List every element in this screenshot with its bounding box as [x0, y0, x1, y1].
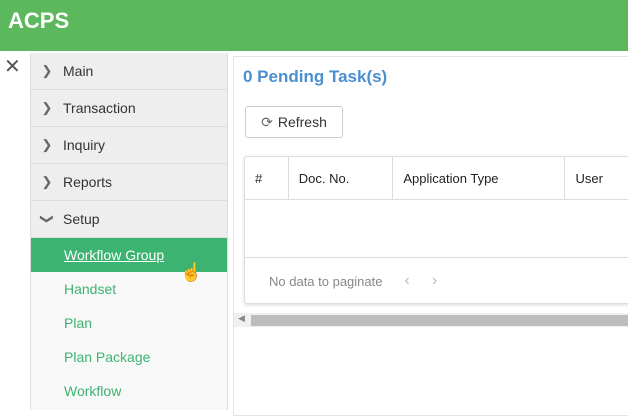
hand-cursor-icon: ☝ — [180, 262, 203, 282]
chevron-right-icon: ❯ — [41, 63, 53, 78]
column-header[interactable]: Doc. No. — [289, 157, 394, 199]
tasks-table: # Doc. No. Application Type User No data… — [244, 156, 628, 304]
sidebar-item-inquiry[interactable]: ❯ Inquiry — [31, 127, 227, 164]
scroll-left-icon[interactable]: ◀ — [238, 313, 245, 324]
refresh-button[interactable]: ⟳ Refresh — [245, 106, 343, 138]
page-title: 0 Pending Task(s) — [243, 67, 388, 86]
pagination-text: No data to paginate — [269, 273, 383, 289]
column-header[interactable]: Application Type — [393, 157, 566, 199]
menu-label: Transaction — [63, 100, 136, 116]
app-title: ACPS — [8, 8, 70, 33]
chevron-right-icon: ❯ — [41, 100, 53, 115]
scrollbar-thumb[interactable] — [251, 315, 628, 326]
next-page-icon[interactable]: › — [432, 272, 437, 290]
menu-label: Reports — [63, 174, 113, 190]
sidebar: ❯ Main ❯ Transaction ❯ Inquiry ❯ Reports ❯ Se… — [30, 53, 228, 410]
menu-label: Inquiry — [63, 137, 106, 153]
sidebar-subitem-workflow[interactable]: Workflow — [31, 374, 227, 408]
sidebar-item-setup[interactable]: ❯ Setup — [31, 201, 227, 238]
refresh-icon: ⟳ — [261, 113, 273, 130]
sidebar-subitem-plan[interactable]: Plan — [31, 306, 227, 340]
column-header[interactable]: User — [565, 157, 628, 199]
prev-page-icon[interactable]: ‹ — [404, 272, 409, 290]
chevron-down-icon: ❯ — [40, 213, 55, 225]
sidebar-item-reports[interactable]: ❯ Reports — [31, 164, 227, 201]
pagination: No data to paginate ‹ › — [245, 258, 628, 304]
column-header[interactable]: # — [245, 157, 289, 199]
close-icon[interactable]: ✕ — [4, 57, 21, 77]
sidebar-subitem-plan-package[interactable]: Plan Package — [31, 340, 227, 374]
table-body — [245, 200, 628, 258]
menu-label: Main — [63, 63, 94, 79]
main-panel: 0 Pending Task(s) ⟳ Refresh # Doc. No. Ap… — [233, 56, 628, 416]
chevron-right-icon: ❯ — [41, 174, 53, 189]
sidebar-item-main[interactable]: ❯ Main — [31, 53, 227, 90]
horizontal-scrollbar[interactable]: ◀ — [234, 313, 628, 327]
chevron-right-icon: ❯ — [41, 137, 53, 152]
sidebar-item-transaction[interactable]: ❯ Transaction — [31, 90, 227, 127]
table-header: # Doc. No. Application Type User — [245, 157, 628, 200]
menu-label: Setup — [63, 211, 100, 227]
app-header: ACPS — [0, 0, 628, 51]
refresh-label: Refresh — [277, 114, 327, 130]
